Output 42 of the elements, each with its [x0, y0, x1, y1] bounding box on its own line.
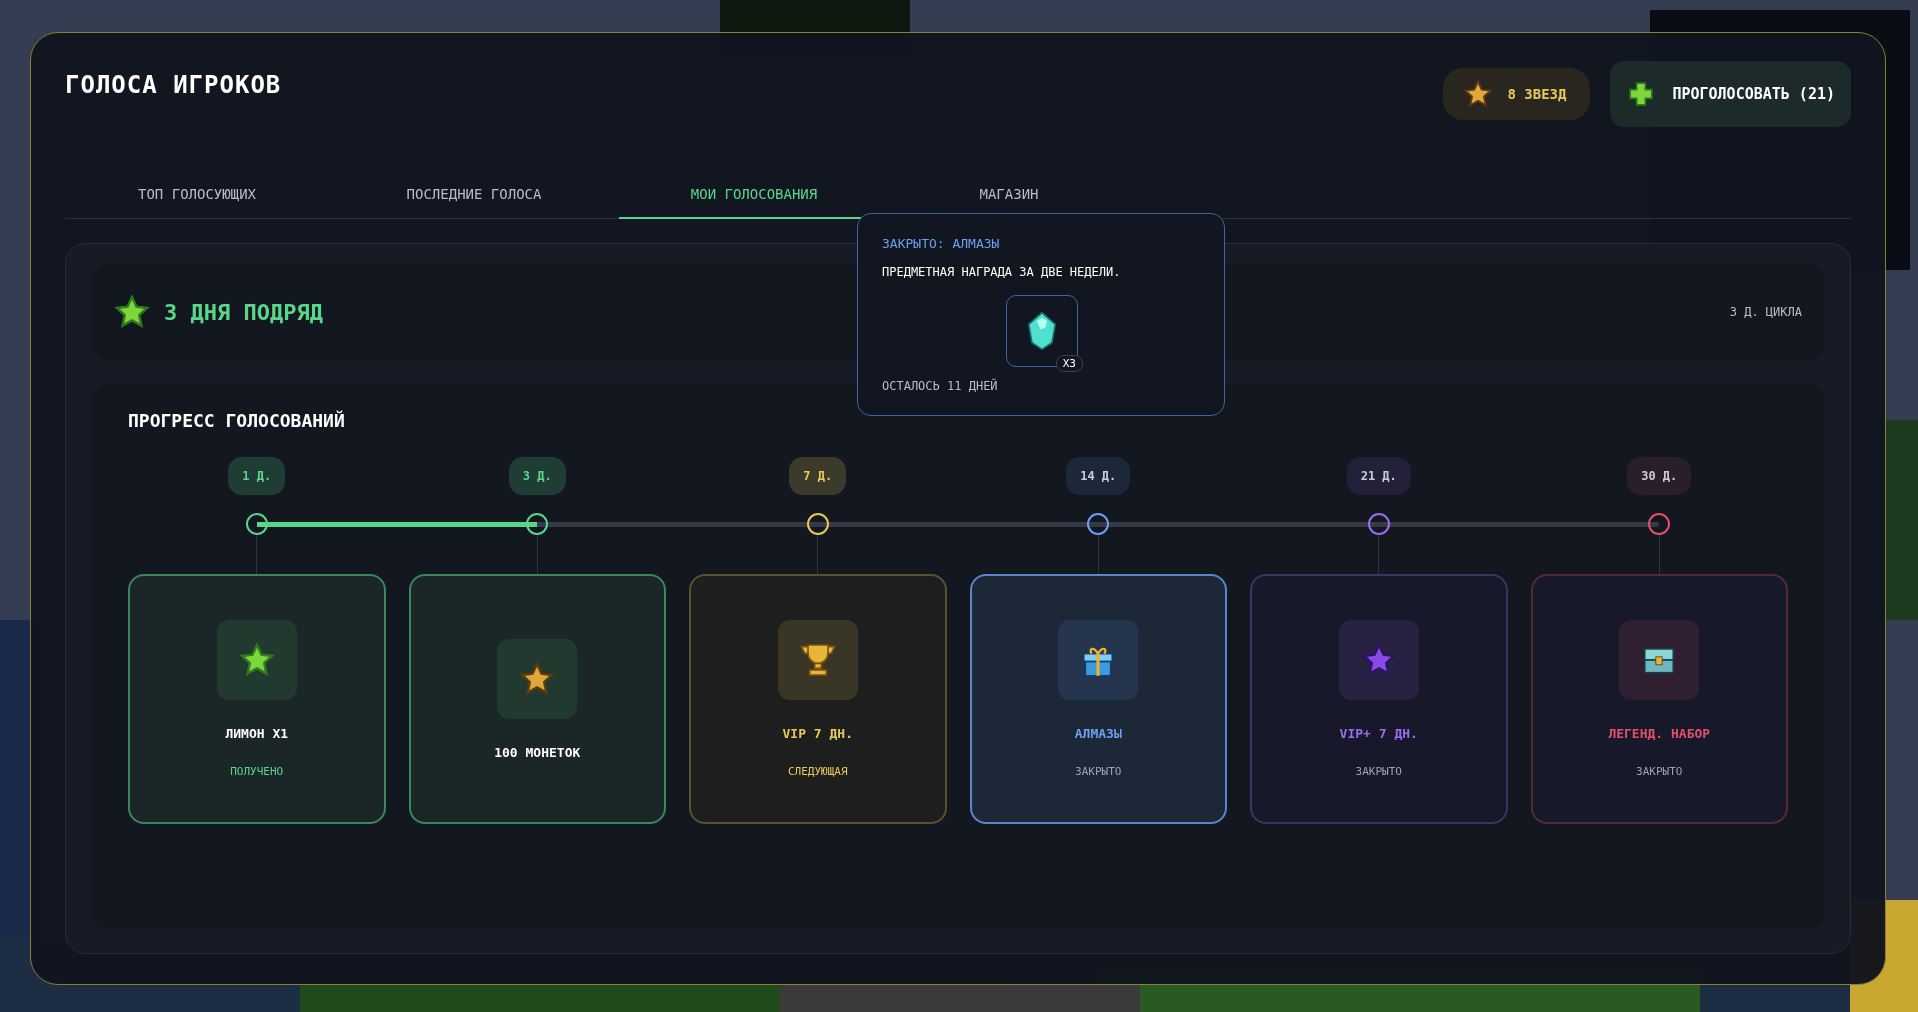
- stars-count: 8 ЗВЕЗД: [1507, 86, 1567, 102]
- reward-card[interactable]: ЛИМОН X1 ПОЛУЧЕНО: [128, 574, 386, 824]
- star-icon: [1360, 642, 1397, 678]
- day-label: 21 Д.: [1346, 457, 1411, 495]
- streak-title: 3 ДНЯ ПОДРЯД: [164, 299, 323, 325]
- reward-card[interactable]: ЛЕГЕНД. НАБОР ЗАКРЫТО: [1530, 574, 1788, 824]
- tab[interactable]: ТОП ГОЛОСУЮЩИХ: [65, 171, 329, 219]
- tooltip-remaining: ОСТАЛОСЬ 11 ДНЕЙ: [882, 379, 999, 393]
- day-label: 7 Д.: [789, 457, 847, 495]
- reward-title: VIP 7 ДН.: [782, 726, 853, 741]
- reward-title: ЛИМОН X1: [225, 726, 289, 741]
- reward-title: АЛМАЗЫ: [1074, 726, 1122, 741]
- day-label: 30 Д.: [1627, 457, 1692, 495]
- star-icon: [519, 660, 556, 697]
- vote-button[interactable]: ПРОГОЛОСОВАТЬ (21): [1610, 61, 1851, 127]
- star-icon: [238, 642, 275, 678]
- star-icon: [114, 294, 150, 330]
- reward-card[interactable]: 100 МОНЕТОК: [408, 574, 666, 824]
- reward-status: ЗАКРЫТО: [1075, 765, 1122, 778]
- tab[interactable]: ПОСЛЕДНИЕ ГОЛОСА: [329, 171, 619, 219]
- reward-title: VIP+ 7 ДН.: [1339, 726, 1418, 741]
- reward-title: 100 МОНЕТОК: [494, 744, 581, 760]
- reward-card[interactable]: VIP+ 7 ДН. ЗАКРЫТО: [1250, 574, 1508, 824]
- diamond-icon: [1025, 311, 1059, 351]
- reward-status: СЛЕДУЮЩАЯ: [787, 765, 848, 778]
- window-title: ГОЛОСА ИГРОКОВ: [65, 71, 282, 99]
- item-count: X3: [1055, 355, 1083, 372]
- reward-card[interactable]: VIP 7 ДН. СЛЕДУЮЩАЯ: [689, 574, 947, 824]
- day-label: 1 Д.: [228, 457, 286, 495]
- reward-card[interactable]: АЛМАЗЫ ЗАКРЫТО: [969, 574, 1227, 824]
- tooltip-description: ПРЕДМЕТНАЯ НАГРАДА ЗА ДВЕ НЕДЕЛИ.: [882, 265, 1122, 279]
- tooltip-title: ЗАКРЫТО: АЛМАЗЫ: [882, 236, 1001, 251]
- cycle-label: 3 Д. ЦИКЛА: [1729, 305, 1802, 319]
- progress-title: ПРОГРЕСС ГОЛОСОВАНИЙ: [128, 410, 346, 431]
- star-icon: [1463, 79, 1494, 109]
- day-label: 14 Д.: [1066, 457, 1131, 495]
- reward-status: ПОЛУЧЕНО: [230, 765, 284, 778]
- reward-title: ЛЕГЕНД. НАБОР: [1608, 726, 1711, 741]
- day-label: 3 Д.: [508, 457, 566, 495]
- reward-status: ЗАКРЫТО: [1636, 765, 1683, 778]
- plus-icon: [1628, 81, 1655, 107]
- reward-status: ЗАКРЫТО: [1355, 765, 1402, 778]
